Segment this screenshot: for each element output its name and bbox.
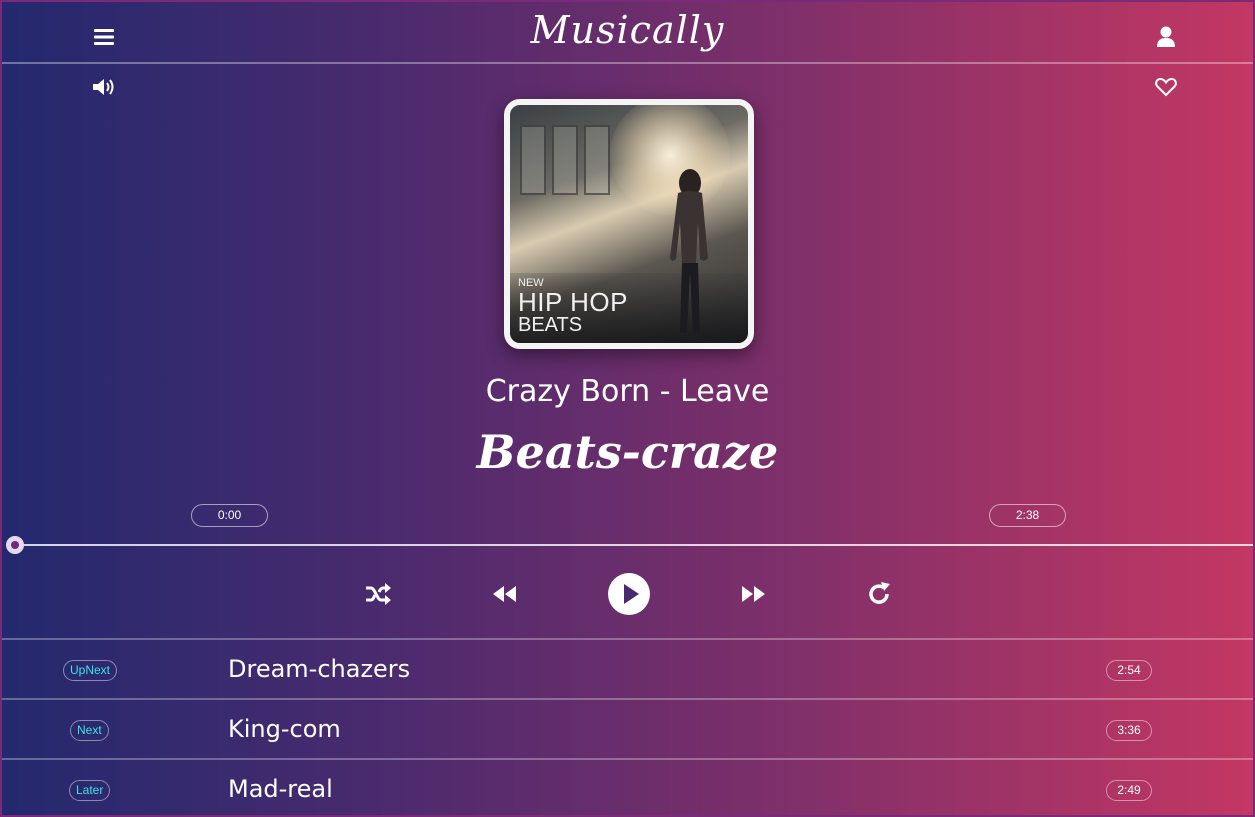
rewind-icon[interactable] (490, 580, 518, 608)
header-bar: Musically (2, 2, 1253, 64)
queue-item[interactable]: UpNext Dream-chazers 2:54 (2, 638, 1253, 698)
user-icon[interactable] (1152, 23, 1180, 51)
shuffle-icon[interactable] (364, 580, 392, 608)
queue-track-name: Dream-chazers (228, 655, 411, 683)
song-title: Crazy Born - Leave (485, 374, 770, 409)
total-time: 2:38 (989, 504, 1066, 527)
queue-track-name: Mad-real (228, 775, 333, 803)
music-player-app: Musically NEW HIP HOP BEATS Crazy Born -… (0, 0, 1255, 817)
cover-window (584, 125, 610, 195)
cover-window (520, 125, 546, 195)
queue-badge: Next (70, 720, 109, 741)
cover-title-label: HIP HOP (518, 287, 628, 317)
cover-beats-label: BEATS (518, 314, 583, 336)
queue-duration: 3:36 (1106, 720, 1152, 741)
current-time: 0:00 (191, 504, 268, 527)
queue-badge: Later (69, 780, 111, 801)
cover-figure (670, 169, 708, 333)
album-cover: NEW HIP HOP BEATS (504, 99, 754, 349)
play-icon[interactable] (607, 572, 651, 616)
fast-forward-icon[interactable] (740, 580, 768, 608)
volume-icon[interactable] (90, 73, 118, 101)
brand-logo: Musically (530, 8, 725, 52)
queue-item[interactable]: Next King-com 3:36 (2, 698, 1253, 758)
progress-bar[interactable] (8, 544, 1253, 546)
progress-handle[interactable] (6, 536, 24, 554)
queue-item[interactable]: Later Mad-real 2:49 (2, 758, 1253, 815)
queue-duration: 2:54 (1106, 660, 1152, 681)
cover-window (552, 125, 578, 195)
cover-text: NEW HIP HOP BEATS (518, 278, 628, 336)
heart-icon[interactable] (1152, 73, 1180, 101)
queue-track-name: King-com (228, 715, 341, 743)
queue-badge: UpNext (63, 660, 118, 681)
queue-duration: 2:49 (1106, 780, 1152, 801)
artist-name: Beats-craze (476, 425, 779, 479)
up-next-queue: UpNext Dream-chazers 2:54 Next King-com … (2, 638, 1253, 815)
repeat-icon[interactable] (865, 580, 893, 608)
